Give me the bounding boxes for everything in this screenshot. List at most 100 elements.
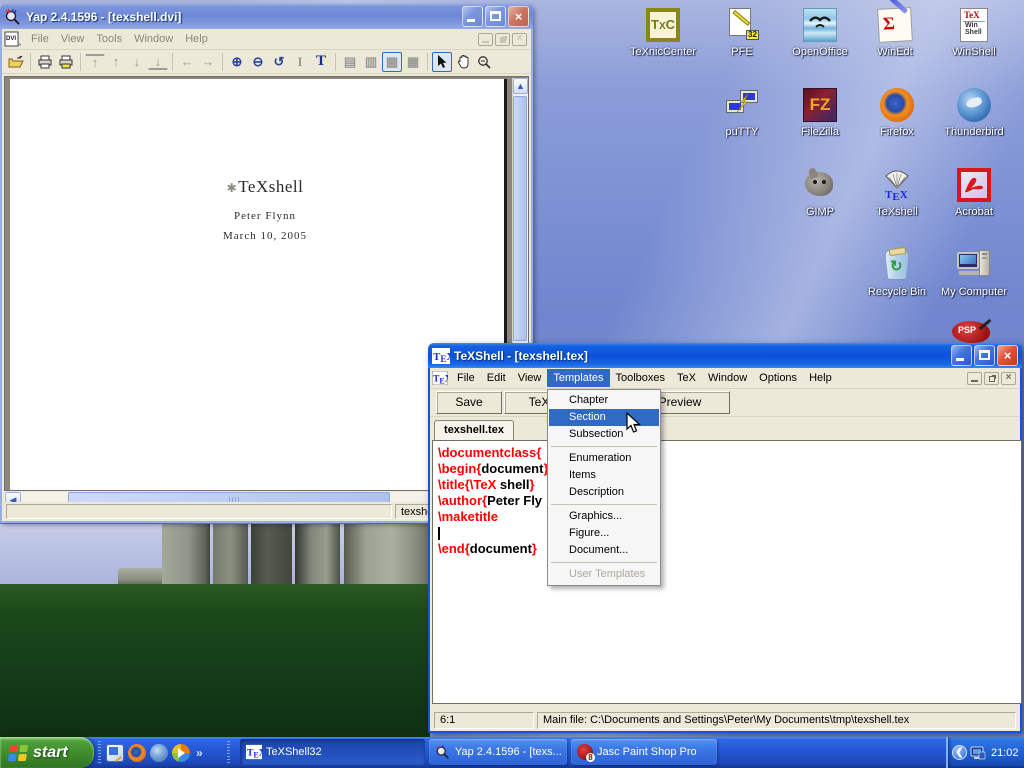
texshell-menu-templates[interactable]: Templates [547, 369, 609, 387]
desktop-icon-openoffice[interactable]: OpenOffice [781, 8, 859, 58]
templates-dropdown-menu: ChapterSectionSubsectionEnumerationItems… [547, 389, 661, 586]
desktop-icon-firefox[interactable]: Firefox [858, 88, 936, 138]
desktop-icon-paintshoppro-partial[interactable]: PSP [952, 321, 996, 345]
hand-tool-icon[interactable] [453, 52, 473, 72]
taskbar: start » TEX TeXShell32 Yap 2.4.1596 - [t… [0, 737, 1024, 768]
texshell-menu-toolboxes[interactable]: Toolboxes [610, 369, 672, 387]
menu-item-graphics[interactable]: Graphics... [549, 508, 659, 525]
full-page-view-icon[interactable]: ▦ [403, 52, 423, 72]
menu-item-chapter[interactable]: Chapter [549, 392, 659, 409]
texshell-menu-edit[interactable]: Edit [481, 369, 512, 387]
stone [162, 524, 210, 590]
texshell-mdi-restore-button[interactable] [984, 372, 999, 385]
desktop-icon-pfe[interactable]: 32 PFE [703, 8, 781, 58]
texshell-code-editor[interactable]: \documentclass{\begin{document}\title{\T… [432, 440, 1022, 704]
forward-icon[interactable]: → [198, 52, 218, 72]
taskbar-button-paintshoppro[interactable]: 8 Jasc Paint Shop Pro [571, 739, 717, 765]
texshell-mdi-minimize-button[interactable] [967, 372, 982, 385]
texshell-menu-options[interactable]: Options [753, 369, 803, 387]
menu-item-figure[interactable]: Figure... [549, 525, 659, 542]
back-icon[interactable]: ← [177, 52, 197, 72]
tab-texshell-tex[interactable]: texshell.tex [434, 420, 514, 440]
save-button[interactable]: Save [436, 391, 502, 414]
yap-menu-window[interactable]: Window [128, 30, 179, 48]
filezilla-icon: FZ [803, 88, 837, 122]
texshell-toolbar: Save TeX Preview [430, 389, 1020, 417]
print-icon[interactable] [35, 52, 55, 72]
refresh-icon[interactable]: ↺ [269, 52, 289, 72]
texshell-mdi-close-button[interactable]: × [1001, 372, 1016, 385]
texshell-maximize-button[interactable] [974, 345, 995, 366]
desktop-icon-my-computer[interactable]: My Computer [935, 248, 1013, 298]
texshell-minimize-button[interactable] [951, 345, 972, 366]
yap-menu-file[interactable]: File [25, 30, 55, 48]
desktop-icon-putty[interactable]: puTTY [703, 88, 781, 138]
texshell-app-icon: TEX [432, 348, 450, 364]
double-page-view-icon[interactable]: ▥ [361, 52, 381, 72]
vertical-scroll-thumb[interactable] [513, 96, 527, 341]
last-page-icon[interactable]: ↓ [148, 54, 168, 70]
taskbar-button-texshell32[interactable]: TEX TeXShell32 [240, 739, 425, 765]
display-tray-icon[interactable] [970, 746, 986, 760]
texshell-doc-icon: TEX [432, 371, 448, 385]
texniccenter-icon: TXC [646, 8, 680, 42]
texshell-menubar: TEX File Edit View Templates Toolboxes T… [430, 368, 1020, 389]
page-width-view-icon[interactable]: ▦ [382, 52, 402, 72]
yap-mdi-minimize-button[interactable] [478, 33, 493, 46]
desktop-icon-gimp[interactable]: GIMP [781, 168, 859, 218]
system-tray: ❮ 21:02 [946, 737, 1024, 768]
zoom-in-icon[interactable]: ⊕ [227, 52, 247, 72]
scroll-up-arrow[interactable]: ▲ [513, 78, 528, 94]
print-setup-icon[interactable] [56, 52, 76, 72]
yap-close-button[interactable]: × [508, 6, 529, 27]
desktop-icon-recycle-bin[interactable]: ↻ Recycle Bin [858, 248, 936, 298]
select-tool-icon[interactable] [432, 52, 452, 72]
open-icon[interactable] [6, 52, 26, 72]
menu-item-user-templates[interactable]: User Templates [549, 566, 659, 583]
yap-mdi-close-button[interactable]: × [512, 33, 527, 46]
yap-toolbar: ↑ ↑ ↓ ↓ ← → ⊕ ⊖ ↺ I T ▤ ▥ ▦ ▦ [2, 50, 531, 74]
desktop-icon-texniccenter[interactable]: TXC TeXnicCenter [624, 8, 702, 58]
previous-page-icon[interactable]: ↑ [106, 52, 126, 72]
desktop-icon-filezilla[interactable]: FZ FileZilla [781, 88, 859, 138]
yap-menu-view[interactable]: View [55, 30, 91, 48]
menu-item-document[interactable]: Document... [549, 542, 659, 559]
tray-hidden-icons-chevron[interactable]: ❮ [952, 745, 967, 760]
desktop-icon-acrobat[interactable]: Acrobat [935, 168, 1013, 218]
menu-item-items[interactable]: Items [549, 467, 659, 484]
texshell-menu-tex[interactable]: TeX [671, 369, 702, 387]
texshell-close-button[interactable]: × [997, 345, 1018, 366]
yap-mdi-restore-button[interactable] [495, 33, 510, 46]
start-button[interactable]: start [0, 737, 94, 768]
next-page-icon[interactable]: ↓ [127, 52, 147, 72]
desktop-icon-thunderbird[interactable]: Thunderbird [935, 88, 1013, 138]
desktop-icon-winedt[interactable]: Σ WinEdt [856, 8, 934, 58]
texshell-menu-window[interactable]: Window [702, 369, 753, 387]
desktop-icon-winshell[interactable]: TeX WinShell WinShell [935, 8, 1013, 58]
yap-menu-help[interactable]: Help [179, 30, 214, 48]
taskbar-button-yap[interactable]: Yap 2.4.1596 - [texs... [429, 739, 567, 765]
single-page-view-icon[interactable]: ▤ [340, 52, 360, 72]
yap-menu-tools[interactable]: Tools [90, 30, 128, 48]
yap-maximize-button[interactable] [485, 6, 506, 27]
magnifier-tool-icon[interactable] [474, 52, 494, 72]
texshell-menu-help[interactable]: Help [803, 369, 838, 387]
quick-launch-overflow-chevron[interactable]: » [196, 746, 203, 760]
menu-item-enumeration[interactable]: Enumeration [549, 450, 659, 467]
first-page-icon[interactable]: ↑ [85, 54, 105, 70]
texshell-titlebar[interactable]: TEX TeXShell - [texshell.tex] × [428, 343, 1022, 368]
show-desktop-icon[interactable] [106, 744, 124, 762]
menu-separator [551, 504, 657, 505]
firefox-icon[interactable] [128, 744, 146, 762]
thunderbird-icon[interactable] [150, 744, 168, 762]
yap-titlebar[interactable]: Yap 2.4.1596 - [texshell.dvi] × [0, 4, 533, 29]
texshell-menu-file[interactable]: File [451, 369, 481, 387]
yap-minimize-button[interactable] [462, 6, 483, 27]
desktop-icon-texshell[interactable]: TEX TeXshell [858, 168, 936, 218]
zoom-out-icon[interactable]: ⊖ [248, 52, 268, 72]
text-tool-icon[interactable]: T [311, 52, 331, 72]
menu-item-description[interactable]: Description [549, 484, 659, 501]
ruler-tool-icon[interactable]: I [290, 52, 310, 72]
texshell-menu-view[interactable]: View [512, 369, 548, 387]
media-player-icon[interactable] [172, 744, 190, 762]
